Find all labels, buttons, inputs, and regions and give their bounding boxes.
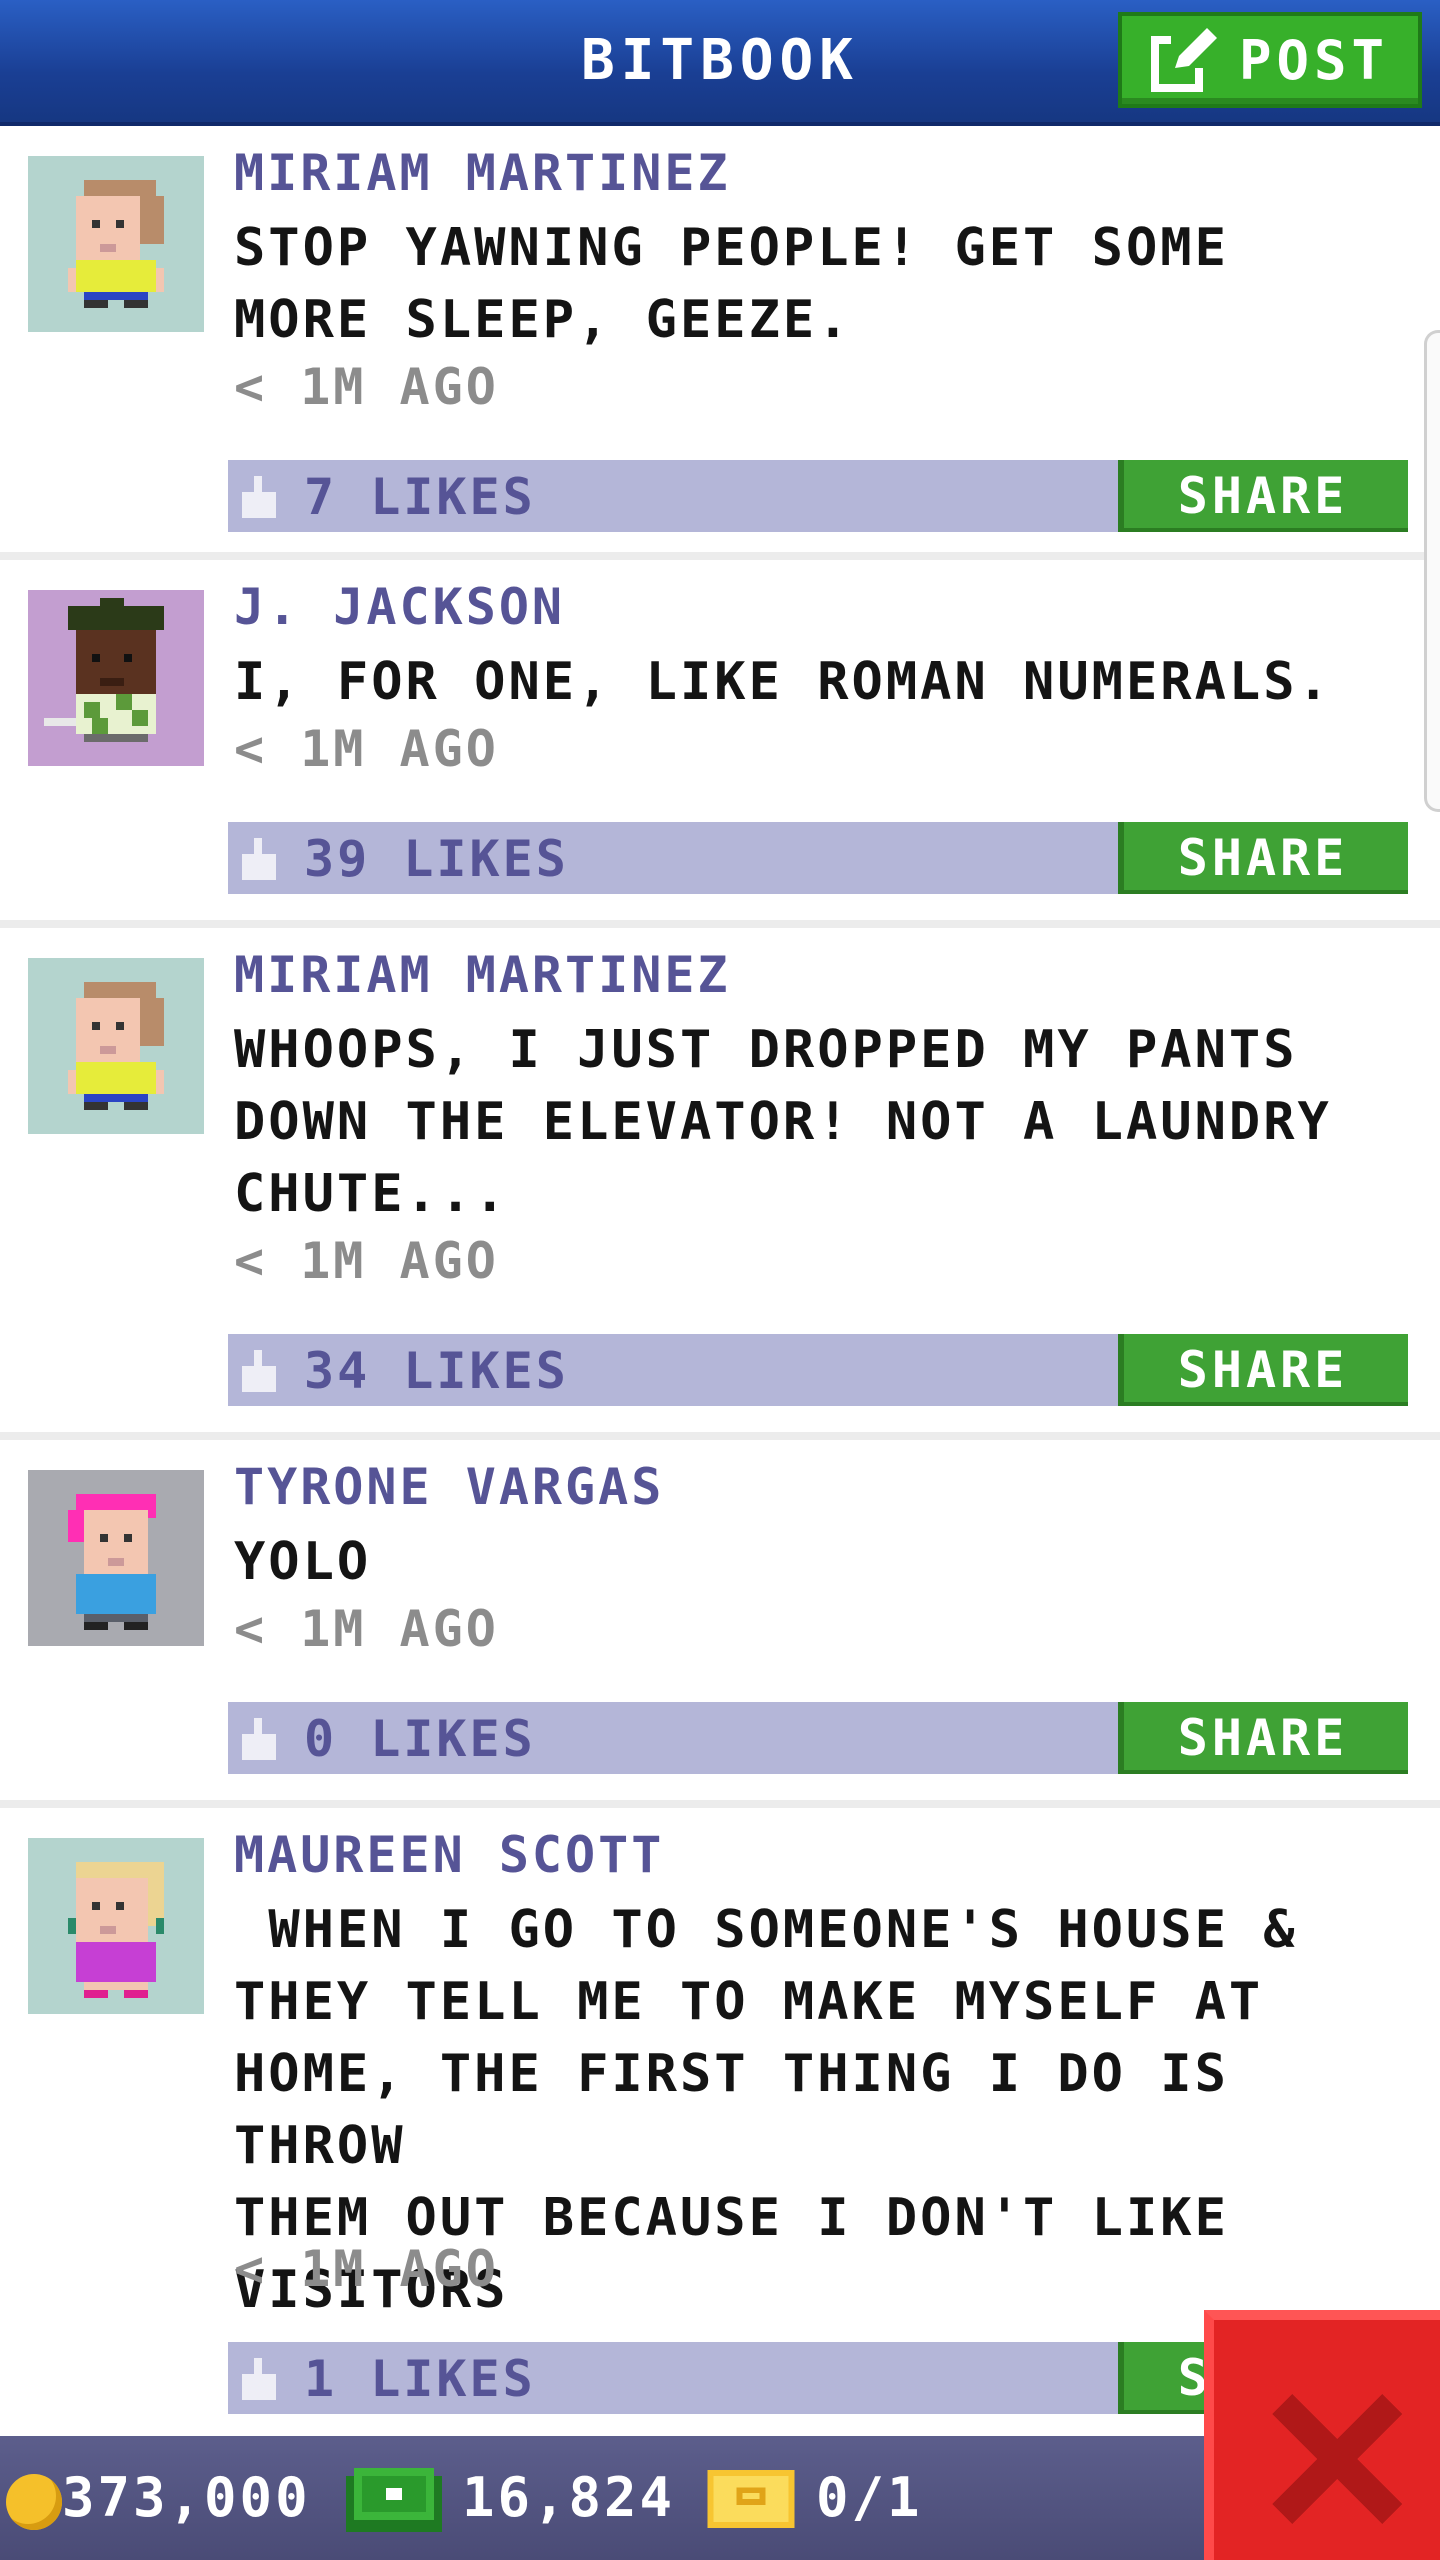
thumbs-up-icon[interactable]: [242, 2358, 276, 2400]
like-count: 1 LIKES: [304, 2350, 536, 2408]
post-text: I, FOR ONE, LIKE ROMAN NUMERALS.: [234, 652, 1332, 712]
share-button[interactable]: SHARE: [1118, 460, 1408, 532]
coin-count: 373,000: [62, 2466, 311, 2529]
ticket-icon: [707, 2470, 795, 2528]
post-text: STOP YAWNING PEOPLE! GET SOME MORE SLEEP…: [234, 218, 1229, 350]
avatar[interactable]: [28, 1470, 204, 1646]
post-button[interactable]: POST: [1118, 12, 1422, 108]
avatar[interactable]: [28, 156, 204, 332]
post-item: J. JACKSON I, FOR ONE, LIKE ROMAN NUMERA…: [0, 560, 1440, 928]
avatar[interactable]: [28, 1838, 204, 2014]
ticket-count: 0/1: [816, 2466, 923, 2529]
post-text: YOLO: [234, 1532, 372, 1592]
avatar[interactable]: [28, 590, 204, 766]
post-author[interactable]: MIRIAM MARTINEZ: [234, 946, 731, 1004]
post-time: < 1M AGO: [234, 358, 499, 416]
post-time: < 1M AGO: [234, 720, 499, 778]
share-button[interactable]: SHARE: [1118, 1702, 1408, 1774]
thumbs-up-icon[interactable]: [242, 476, 276, 518]
post-item: MIRIAM MARTINEZ STOP YAWNING PEOPLE! GET…: [0, 126, 1440, 560]
bux-count: 16,824: [462, 2466, 676, 2529]
like-count: 39 LIKES: [304, 830, 569, 888]
thumbs-up-icon[interactable]: [242, 1718, 276, 1760]
post-item: TYRONE VARGAS YOLO < 1M AGO 0 LIKES SHAR…: [0, 1440, 1440, 1808]
post-button-label: POST: [1238, 28, 1390, 92]
like-bar: 39 LIKES SHARE: [228, 822, 1408, 894]
post-text: WHOOPS, I JUST DROPPED MY PANTS DOWN THE…: [234, 1020, 1332, 1224]
like-bar: 0 LIKES SHARE: [228, 1702, 1408, 1774]
post-item: MIRIAM MARTINEZ WHOOPS, I JUST DROPPED M…: [0, 928, 1440, 1440]
post-time: < 1M AGO: [234, 2240, 499, 2298]
post-author[interactable]: MIRIAM MARTINEZ: [234, 144, 731, 202]
avatar[interactable]: [28, 958, 204, 1134]
edit-icon: [1150, 28, 1217, 92]
like-count: 0 LIKES: [304, 1710, 536, 1768]
cash-icon: [346, 2468, 442, 2532]
post-author[interactable]: J. JACKSON: [234, 578, 565, 636]
share-button[interactable]: SHARE: [1118, 1334, 1408, 1406]
thumbs-up-icon[interactable]: [242, 838, 276, 880]
like-count: 34 LIKES: [304, 1342, 569, 1400]
post-time: < 1M AGO: [234, 1600, 499, 1658]
close-icon: [1272, 2394, 1402, 2524]
thumbs-up-icon[interactable]: [242, 1350, 276, 1392]
scroll-indicator[interactable]: [1424, 330, 1440, 812]
coin-icon: [6, 2474, 62, 2530]
like-count: 7 LIKES: [304, 468, 536, 526]
post-feed: MIRIAM MARTINEZ STOP YAWNING PEOPLE! GET…: [0, 126, 1440, 2448]
like-bar: 7 LIKES SHARE: [228, 460, 1408, 532]
like-bar: 34 LIKES SHARE: [228, 1334, 1408, 1406]
post-author[interactable]: TYRONE VARGAS: [234, 1458, 664, 1516]
post-author[interactable]: MAUREEN SCOTT: [234, 1826, 664, 1884]
top-bar: BITBOOK POST: [0, 0, 1440, 126]
share-button[interactable]: SHARE: [1118, 822, 1408, 894]
post-time: < 1M AGO: [234, 1232, 499, 1290]
close-button[interactable]: [1204, 2310, 1440, 2560]
